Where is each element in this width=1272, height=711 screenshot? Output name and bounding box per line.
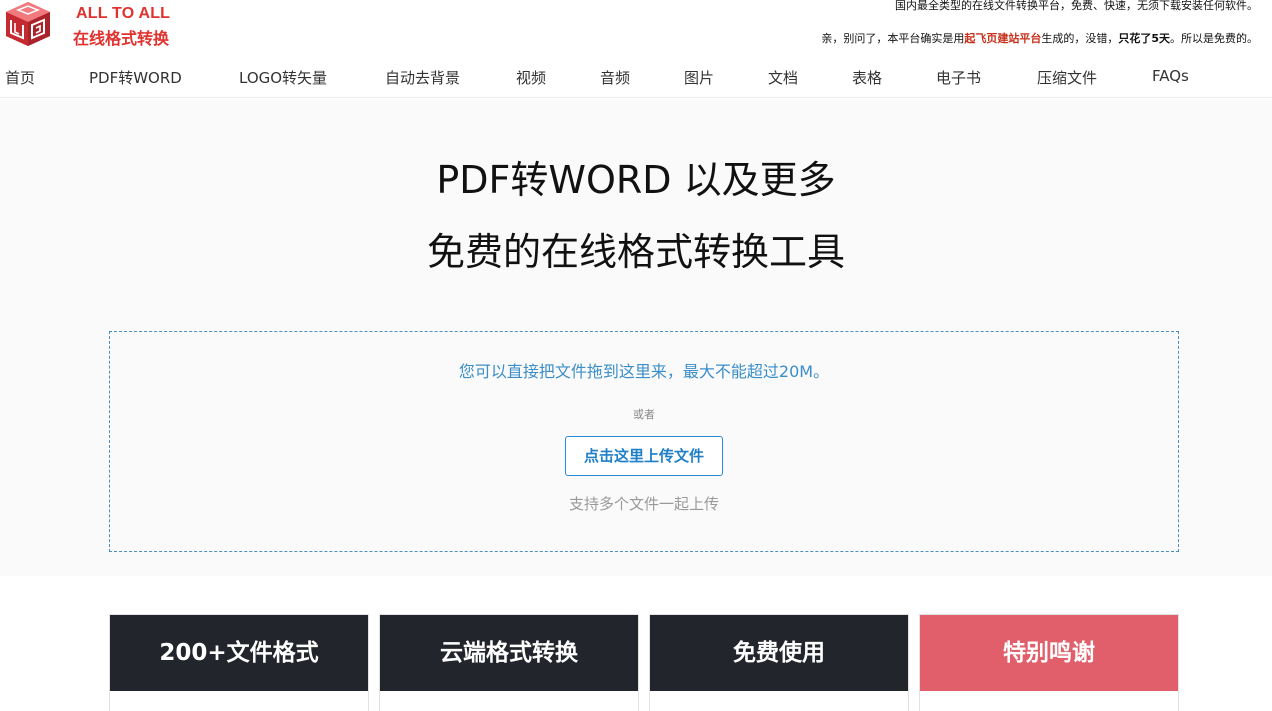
feature-card-cloud: 云端格式转换	[379, 614, 639, 711]
upload-file-button[interactable]: 点击这里上传文件	[565, 436, 723, 476]
builder-platform-link[interactable]: 起飞页建站平台	[964, 32, 1041, 45]
feature-card-formats: 200+文件格式	[109, 614, 369, 711]
dropzone-instruction: 您可以直接把文件拖到这里来，最大不能超过20M。	[458, 362, 830, 381]
builder-note-days: 只花了5天	[1118, 32, 1170, 45]
nav-item-remove-bg[interactable]: 自动去背景	[385, 67, 460, 88]
nav-item-video[interactable]: 视频	[516, 67, 546, 88]
feature-title-free: 免费使用	[650, 615, 908, 691]
main-nav: 首页 PDF转WORD LOGO转矢量 自动去背景 视频 音频 图片 文档 表格…	[0, 58, 1272, 98]
nav-item-audio[interactable]: 音频	[600, 67, 630, 88]
brand-name-en[interactable]: ALL TO ALL	[76, 5, 170, 23]
dropzone-or-label: 或者	[633, 408, 655, 421]
nav-item-faqs[interactable]: FAQs	[1152, 67, 1189, 85]
nav-item-home[interactable]: 首页	[5, 67, 35, 88]
file-dropzone[interactable]: 您可以直接把文件拖到这里来，最大不能超过20M。 或者 点击这里上传文件 支持多…	[109, 331, 1179, 552]
logo-cube-icon[interactable]	[4, 0, 52, 48]
feature-title-cloud: 云端格式转换	[380, 615, 638, 691]
builder-note-middle: 生成的，没错，	[1041, 32, 1119, 45]
feature-title-formats: 200+文件格式	[110, 615, 368, 691]
nav-item-document[interactable]: 文档	[768, 67, 798, 88]
brand-name-cn[interactable]: 在线格式转换	[73, 25, 169, 49]
feature-card-thanks: 特别鸣谢	[919, 614, 1179, 711]
builder-note-suffix: 。所以是免费的。	[1170, 32, 1258, 45]
nav-item-logo-vector[interactable]: LOGO转矢量	[239, 67, 327, 88]
hero-title: PDF转WORD 以及更多	[436, 158, 836, 202]
hero-section: PDF转WORD 以及更多 免费的在线格式转换工具 您可以直接把文件拖到这里来，…	[0, 99, 1272, 576]
nav-item-pdf-to-word[interactable]: PDF转WORD	[89, 67, 182, 88]
builder-note: 亲，别问了，本平台确实是用起飞页建站平台生成的，没错，只花了5天。所以是免费的。	[821, 30, 1258, 46]
site-tagline: 国内最全类型的在线文件转换平台，免费、快速，无须下载安装任何软件。	[895, 0, 1258, 12]
nav-item-ebook[interactable]: 电子书	[936, 67, 981, 88]
feature-card-free: 免费使用	[649, 614, 909, 711]
feature-title-thanks: 特别鸣谢	[920, 615, 1178, 691]
site-header: ALL TO ALL 在线格式转换 国内最全类型的在线文件转换平台，免费、快速，…	[0, 0, 1272, 58]
hero-subtitle: 免费的在线格式转换工具	[426, 230, 845, 274]
builder-note-prefix: 亲，别问了，本平台确实是用	[821, 32, 965, 45]
nav-item-image[interactable]: 图片	[684, 67, 714, 88]
nav-item-spreadsheet[interactable]: 表格	[852, 67, 882, 88]
features-section: 200+文件格式 云端格式转换 免费使用 特别鸣谢	[0, 576, 1272, 711]
multi-upload-hint: 支持多个文件一起上传	[568, 495, 719, 513]
nav-item-archive[interactable]: 压缩文件	[1037, 67, 1097, 88]
